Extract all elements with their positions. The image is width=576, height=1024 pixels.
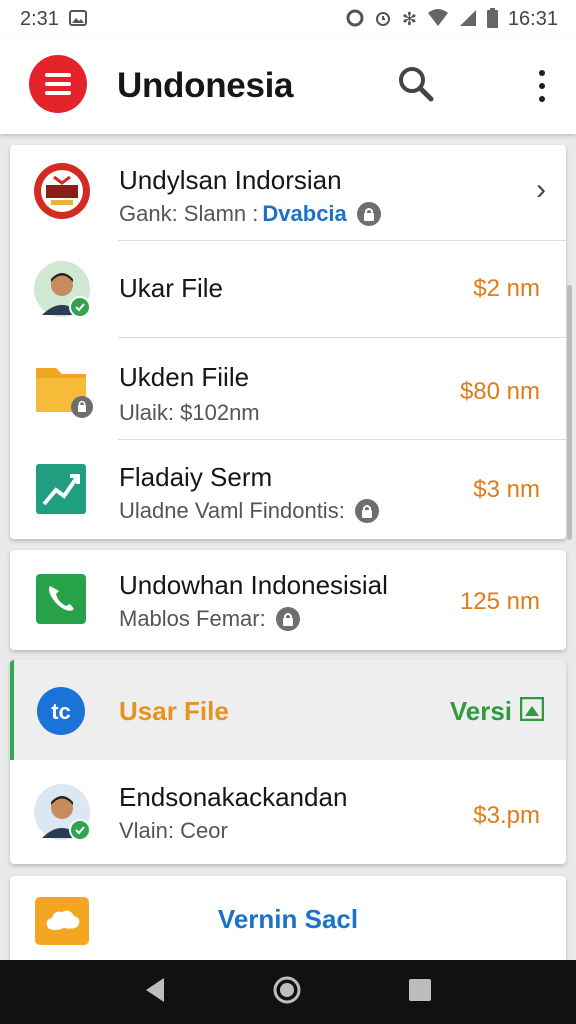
lock-icon <box>356 202 381 226</box>
item-subtitle-text: Mablos Femar: <box>119 606 266 631</box>
item-price: $3 nm <box>473 476 540 503</box>
recents-icon[interactable] <box>408 978 432 1007</box>
search-icon[interactable] <box>396 64 436 104</box>
app-title: Undonesia <box>117 66 294 105</box>
item-subtitle: Gank: Slamn : Dvabcia <box>119 201 381 227</box>
status-time-left: 2:31 <box>20 7 59 30</box>
version-action[interactable]: Versi <box>449 696 545 727</box>
app-bar: Undonesia <box>0 38 576 134</box>
item-price: $80 nm <box>459 378 540 405</box>
signal-icon <box>459 9 477 30</box>
tc-logo-icon: tc <box>36 686 86 736</box>
back-icon[interactable] <box>144 977 166 1008</box>
list-card-4[interactable]: Vernin Sacl <box>10 876 566 966</box>
item-title: Ukden Fiile <box>119 362 250 392</box>
image-icon <box>68 9 87 29</box>
image-upload-icon <box>519 696 545 726</box>
item-title: Undowhan Indonesisial <box>119 570 388 600</box>
item-price: $3.pm <box>473 802 540 829</box>
data-saver-icon <box>346 9 364 30</box>
item-title: Fladaiy Serm <box>119 462 273 492</box>
item-subtitle-link[interactable]: Dvabcia <box>262 201 346 227</box>
list-item[interactable]: Ukar File $2 nm <box>10 241 566 338</box>
item-title: Undylsan Indorsian <box>119 165 342 195</box>
item-subtitle: Mablos Femar: <box>119 606 300 632</box>
folder-icon <box>34 360 93 418</box>
list-item[interactable]: Endsonakackandan Vlain: Ceor $3.pm <box>10 760 566 864</box>
status-bar: 2:31 ✻ 16:31 <box>0 0 576 38</box>
scrollbar[interactable] <box>567 285 572 540</box>
item-price: 125 nm <box>459 588 540 615</box>
item-title: Endsonakackandan <box>119 782 348 812</box>
phone-icon <box>34 572 90 628</box>
list-item[interactable]: Fladaiy Serm Uladne Vaml Findontis: $3 n… <box>10 440 566 539</box>
list-card-2[interactable]: Undowhan Indonesisial Mablos Femar: 125 … <box>10 550 566 650</box>
menu-icon[interactable] <box>29 55 87 113</box>
list-item-selected[interactable]: tc Usar File Versi <box>10 660 566 760</box>
alarm-icon <box>374 9 392 30</box>
item-title: Usar File <box>119 696 229 726</box>
list-item[interactable]: Ukden Fiile Ulaik: $102nm $80 nm <box>10 338 566 440</box>
battery-icon <box>486 7 498 31</box>
card-action-link[interactable]: Vernin Sacl <box>10 904 566 935</box>
wifi-icon <box>427 8 449 30</box>
trend-chart-icon <box>34 462 90 518</box>
avatar <box>34 261 91 318</box>
item-subtitle-prefix: Gank: Slamn : <box>119 201 259 226</box>
svg-text:tc: tc <box>51 699 71 724</box>
home-icon[interactable] <box>273 976 301 1009</box>
version-label: Versi <box>449 696 512 726</box>
list-card-1: Undylsan Indorsian Gank: Slamn : Dvabcia… <box>10 145 566 539</box>
navigation-bar <box>0 960 576 1024</box>
lock-icon <box>275 607 300 631</box>
item-subtitle: Ulaik: $102nm <box>119 400 260 425</box>
item-subtitle-text: Uladne Vaml Findontis: <box>119 498 345 523</box>
avatar <box>34 784 91 841</box>
list-item[interactable]: Undylsan Indorsian Gank: Slamn : Dvabcia… <box>10 145 566 241</box>
bluetooth-icon: ✻ <box>401 9 417 29</box>
lock-icon <box>354 499 379 523</box>
chevron-right-icon[interactable]: › <box>536 173 546 207</box>
item-price: $2 nm <box>473 275 540 302</box>
item-title: Ukar File <box>119 273 224 303</box>
status-time-right: 16:31 <box>507 7 558 30</box>
item-subtitle: Uladne Vaml Findontis: <box>119 498 379 524</box>
item-subtitle: Vlain: Ceor <box>119 818 228 843</box>
list-card-3: tc Usar File Versi Endsonakackandan Vlai… <box>10 660 566 864</box>
more-vert-icon[interactable] <box>528 68 556 104</box>
crest-icon <box>34 163 90 219</box>
